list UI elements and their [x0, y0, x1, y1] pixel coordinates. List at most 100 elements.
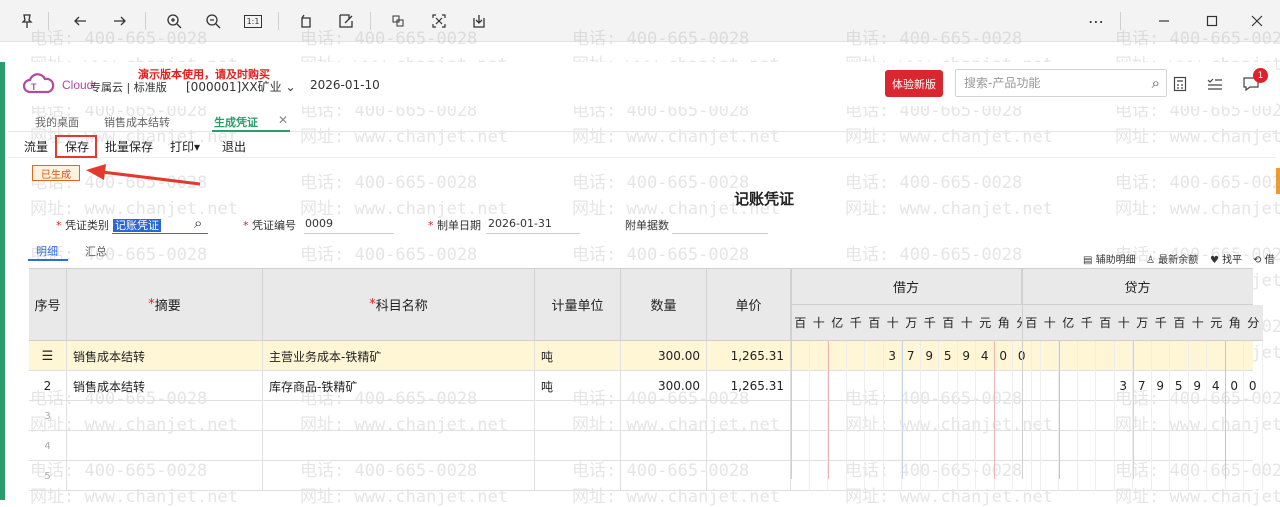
close-tab-icon[interactable]: ✕ [278, 113, 288, 127]
voucher-date-field[interactable]: 2026-01-31 [488, 217, 552, 230]
voucher-type-field[interactable]: 记账凭证 [113, 217, 161, 233]
amount-digit: 9 [921, 341, 939, 371]
table-row[interactable]: ☰销售成本结转主营业务成本-铁精矿吨300.001,265.3137959400 [29, 341, 1263, 371]
search-input[interactable] [964, 75, 1134, 91]
row-qty[interactable]: 300.00 [621, 371, 707, 401]
row-price[interactable]: 1,265.31 [707, 371, 791, 401]
row-summary[interactable] [67, 461, 263, 491]
maximize-icon[interactable] [1200, 9, 1224, 33]
amount-digit [1189, 431, 1207, 461]
amount-digit [1096, 371, 1115, 401]
attachment-count-field[interactable] [672, 233, 768, 234]
latest-balance-button[interactable]: ♙ 最新余额 [1146, 251, 1198, 266]
tab-detail[interactable]: 明细 [36, 243, 58, 259]
close-icon[interactable] [1245, 9, 1269, 33]
amount-digit: 0 [995, 341, 1013, 371]
ocr-icon[interactable] [427, 9, 451, 33]
amount-digit [1041, 461, 1059, 491]
amount-digit [1022, 431, 1041, 461]
amount-digit [828, 431, 847, 461]
table-row[interactable]: 5 [29, 461, 1263, 491]
search-icon[interactable]: ⌕ [1152, 74, 1160, 92]
liuliang-button[interactable]: 流量 [24, 138, 48, 155]
amount-digit [995, 401, 1013, 431]
row-qty[interactable]: 300.00 [621, 341, 707, 371]
table-row[interactable]: 2 销售成本结转 库存商品-铁精矿吨 300.00 1,265.31 3 7 9 5 9 4 0 0 [29, 371, 1263, 401]
table-row[interactable]: 3 [29, 401, 1263, 431]
row-qty[interactable] [621, 401, 707, 431]
forward-icon[interactable] [108, 9, 132, 33]
pin-icon[interactable] [15, 9, 39, 33]
tab-my-desktop[interactable]: 我的桌面 [35, 114, 79, 130]
amount-digit [1133, 401, 1152, 431]
balance-out-button[interactable]: ♥ 找平 [1210, 251, 1242, 266]
amount-digit [865, 341, 884, 371]
print-button[interactable]: 打印▾ [170, 138, 200, 155]
batch-save-button[interactable]: 批量保存 [105, 138, 153, 155]
row-unit[interactable]: 吨 [535, 341, 621, 371]
row-summary[interactable]: 销售成本结转 [67, 341, 263, 371]
save-icon[interactable] [467, 9, 491, 33]
row-account[interactable] [263, 461, 535, 491]
voucher-type-label: * 凭证类别 [56, 219, 109, 232]
row-qty[interactable] [621, 431, 707, 461]
voucher-type-label-text: 凭证类别 [65, 219, 109, 232]
voucher-number-underline [304, 233, 394, 234]
zoom-out-icon[interactable] [201, 9, 225, 33]
row-account[interactable] [263, 401, 535, 431]
zoom-in-icon[interactable] [162, 9, 186, 33]
more-icon[interactable]: ⋯ [1084, 9, 1108, 33]
row-unit[interactable] [535, 461, 621, 491]
minimize-icon[interactable] [1152, 9, 1176, 33]
search-icon[interactable]: ⌕ [194, 214, 202, 232]
org-selector[interactable]: [000001]XX矿业 ⌄ [186, 78, 296, 95]
voucher-number-field[interactable]: 0009 [305, 217, 333, 230]
actual-size-icon[interactable]: 1:1 [241, 9, 265, 33]
row-price[interactable]: 1,265.31 [707, 341, 791, 371]
row-seq[interactable]: 2 [29, 371, 67, 401]
row-account[interactable]: 主营业务成本-铁精矿 [263, 341, 535, 371]
row-unit[interactable] [535, 431, 621, 461]
amount-digit [1059, 401, 1078, 431]
row-account[interactable]: 库存商品-铁精矿 [263, 371, 535, 401]
row-price[interactable] [707, 431, 791, 461]
calculator-icon[interactable] [1170, 74, 1190, 94]
crop-icon[interactable] [386, 9, 410, 33]
amount-digit: 7 [1133, 371, 1152, 401]
debit-tool-button[interactable]: ⟲ 借 [1253, 251, 1275, 266]
tab-generate-voucher[interactable]: 生成凭证 [214, 114, 258, 130]
back-icon[interactable] [68, 9, 92, 33]
rotate-icon[interactable] [294, 9, 318, 33]
row-price[interactable] [707, 461, 791, 491]
status-badge: 已生成 [32, 165, 80, 181]
row-summary[interactable]: 销售成本结转 [67, 371, 263, 401]
amount-digit [1078, 461, 1096, 491]
amount-digit [976, 401, 995, 431]
row-account[interactable] [263, 431, 535, 461]
trial-new-version-button[interactable]: 体验新版 [885, 70, 943, 97]
row-price[interactable] [707, 401, 791, 431]
row-unit[interactable]: 吨 [535, 371, 621, 401]
row-summary[interactable] [67, 401, 263, 431]
tab-sales-cost[interactable]: 销售成本结转 [104, 114, 170, 130]
amount-digit: 0 [1226, 371, 1244, 401]
row-unit[interactable] [535, 401, 621, 431]
row-summary[interactable] [67, 431, 263, 461]
amount-digit [921, 461, 939, 491]
amount-digit [958, 371, 976, 401]
amount-digit [939, 461, 958, 491]
row-seq[interactable]: 4 [29, 431, 67, 461]
aux-detail-button[interactable]: ▤ 辅助明细 [1083, 251, 1136, 266]
amount-digit: 9 [958, 341, 976, 371]
edit-icon[interactable] [334, 9, 358, 33]
row-seq[interactable]: 3 [29, 401, 67, 431]
row-handle-icon[interactable]: ☰ [29, 341, 67, 371]
exit-button[interactable]: 退出 [222, 138, 246, 155]
task-list-icon[interactable] [1205, 74, 1225, 94]
table-row[interactable]: 4 [29, 431, 1263, 461]
tab-summary[interactable]: 汇总 [85, 243, 107, 259]
voucher-number-label-text: 凭证编号 [252, 219, 296, 232]
row-seq[interactable]: 5 [29, 461, 67, 491]
amount-digit [1207, 431, 1226, 461]
row-qty[interactable] [621, 461, 707, 491]
